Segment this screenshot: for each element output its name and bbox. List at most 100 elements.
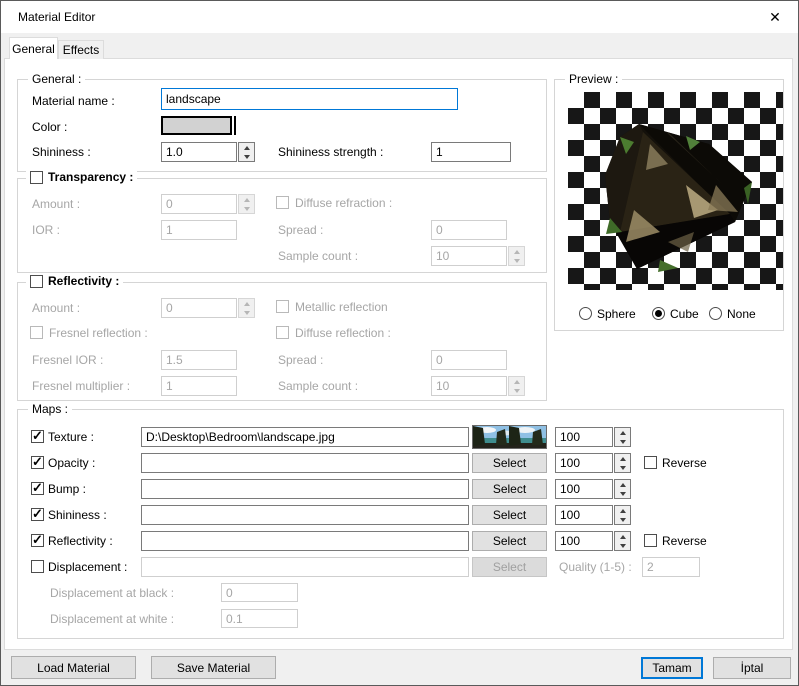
preview-render-image [568, 92, 783, 290]
maps-group-legend: Maps : [28, 402, 73, 416]
shininess-map-label: Shininess : [48, 508, 107, 522]
spin-down-icon[interactable] [615, 515, 630, 524]
general-group: General : Material name : Color : Shinin… [17, 72, 547, 172]
fresnel-ior-input [161, 350, 237, 370]
opacity-select-button[interactable]: Select [472, 453, 547, 473]
spin-up-icon[interactable] [615, 506, 630, 515]
shininess-amount-spinner[interactable] [555, 505, 631, 525]
spin-up-icon[interactable] [615, 532, 630, 541]
transparency-checkbox[interactable] [30, 170, 43, 184]
spin-up-icon[interactable] [615, 480, 630, 489]
shininess-map-checkbox[interactable]: ✓ [31, 506, 44, 521]
opacity-reverse-checkbox[interactable] [644, 456, 657, 469]
bump-amount-spin-buttons[interactable] [614, 479, 631, 499]
reflectivity-amount-label: Amount : [32, 301, 81, 315]
diffuse-refraction-checkbox [276, 196, 289, 209]
spin-up-icon [239, 299, 254, 308]
displacement-at-white-input [221, 609, 298, 628]
spin-down-icon[interactable] [615, 489, 630, 498]
fresnel-multiplier-label: Fresnel multiplier : [32, 379, 131, 393]
spin-up-icon[interactable] [615, 454, 630, 463]
bump-path-input[interactable] [141, 479, 469, 499]
reflectivity-amount-input[interactable] [555, 531, 613, 551]
spin-down-icon [239, 308, 254, 317]
reflectivity-path-input[interactable] [141, 531, 469, 551]
bump-select-button[interactable]: Select [472, 479, 547, 499]
texture-amount-input[interactable] [555, 427, 613, 447]
fresnel-reflection-label: Fresnel reflection : [49, 326, 148, 340]
reflectivity-amount-spinner[interactable] [555, 531, 631, 551]
general-group-legend: General : [28, 72, 86, 86]
close-icon[interactable]: ✕ [760, 6, 790, 28]
reflectivity-amount-spin-buttons[interactable] [614, 531, 631, 551]
transparency-amount-input [161, 194, 237, 214]
diffuse-reflection-checkbox [276, 326, 289, 339]
spin-down-icon [509, 256, 524, 265]
preview-sphere-radio[interactable] [579, 307, 592, 320]
load-material-button[interactable]: Load Material [11, 656, 136, 679]
reflectivity-group-legend: Reflectivity : [26, 274, 124, 288]
spin-down-icon[interactable] [615, 463, 630, 472]
maps-group: Maps : ✓ Texture : D:\Desktop\Bedroom\la… [17, 402, 784, 639]
shininess-path-input[interactable] [141, 505, 469, 525]
bump-amount-input[interactable] [555, 479, 613, 499]
opacity-path-input[interactable] [141, 453, 469, 473]
tab-general[interactable]: General [9, 37, 58, 59]
quality-input [642, 557, 700, 577]
opacity-amount-spinner[interactable] [555, 453, 631, 473]
preview-sphere-label: Sphere [597, 307, 636, 321]
spin-down-icon [239, 204, 254, 213]
preview-cube-radio[interactable] [652, 307, 665, 320]
fresnel-multiplier-input [161, 376, 237, 396]
save-material-button[interactable]: Save Material [151, 656, 276, 679]
spin-down-icon[interactable] [615, 541, 630, 550]
transparency-sample-count-input [431, 246, 507, 266]
material-name-input[interactable] [161, 88, 458, 110]
texture-amount-spin-buttons[interactable] [614, 427, 631, 447]
shininess-amount-input[interactable] [555, 505, 613, 525]
cancel-button[interactable]: İptal [713, 657, 791, 679]
quality-label: Quality (1-5) : [559, 560, 632, 574]
reflectivity-group: Reflectivity : Amount : Metallic reflect… [17, 274, 547, 401]
transparency-amount-spin-buttons [238, 194, 255, 214]
spin-up-icon[interactable] [615, 428, 630, 437]
shininess-select-button[interactable]: Select [472, 505, 547, 525]
material-name-label: Material name : [32, 94, 115, 108]
shininess-strength-input[interactable] [431, 142, 511, 162]
opacity-map-checkbox[interactable]: ✓ [31, 454, 44, 469]
texture-map-checkbox[interactable]: ✓ [31, 428, 44, 443]
opacity-amount-input[interactable] [555, 453, 613, 473]
opacity-amount-spin-buttons[interactable] [614, 453, 631, 473]
tab-effects[interactable]: Effects [58, 40, 104, 59]
color-swatch[interactable] [161, 116, 236, 135]
transparency-amount-spinner [161, 194, 255, 214]
spin-up-icon [239, 195, 254, 204]
bump-amount-spinner[interactable] [555, 479, 631, 499]
texture-thumbnail-image[interactable] [472, 425, 547, 449]
shininess-input[interactable] [161, 142, 237, 162]
bump-map-checkbox[interactable]: ✓ [31, 480, 44, 495]
reflectivity-checkbox[interactable] [30, 274, 43, 288]
spin-up-icon[interactable] [239, 143, 254, 152]
reflectivity-sample-count-spin-buttons [508, 376, 525, 396]
reflectivity-select-button[interactable]: Select [472, 531, 547, 551]
displacement-map-checkbox[interactable] [31, 560, 44, 573]
spin-down-icon[interactable] [239, 152, 254, 161]
transparency-spread-label: Spread : [278, 223, 324, 237]
shininess-spin-buttons[interactable] [238, 142, 255, 162]
shininess-amount-spin-buttons[interactable] [614, 505, 631, 525]
transparency-amount-label: Amount : [32, 197, 81, 211]
reflectivity-map-checkbox[interactable]: ✓ [31, 532, 44, 547]
shininess-spinner[interactable] [161, 142, 255, 162]
fresnel-ior-label: Fresnel IOR : [32, 353, 104, 367]
spin-down-icon[interactable] [615, 437, 630, 446]
preview-none-radio[interactable] [709, 307, 722, 320]
displacement-path-input [141, 557, 469, 577]
transparency-spread-input [431, 220, 507, 240]
reflectivity-reverse-checkbox[interactable] [644, 534, 657, 547]
ok-button[interactable]: Tamam [641, 657, 703, 679]
opacity-reverse-label: Reverse [662, 456, 707, 470]
texture-path-input[interactable] [141, 427, 469, 447]
texture-amount-spinner[interactable] [555, 427, 631, 447]
spin-up-icon [509, 247, 524, 256]
